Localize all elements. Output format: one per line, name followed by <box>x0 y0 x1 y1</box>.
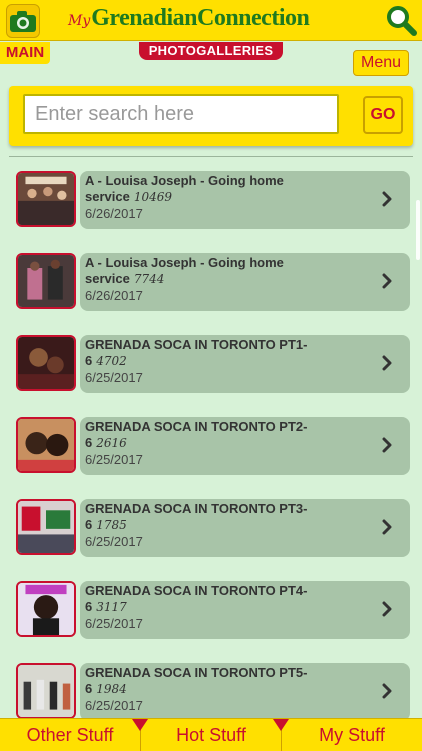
gallery-card[interactable]: GRENADA SOCA IN TORONTO PT5-6 1984 6/25/2… <box>80 663 410 720</box>
chevron-right-icon <box>382 191 392 207</box>
gallery-card[interactable]: GRENADA SOCA IN TORONTO PT2-6 2616 6/25/2… <box>80 417 410 475</box>
main-tab[interactable]: MAIN <box>0 42 50 64</box>
view-count: 3117 <box>96 600 127 614</box>
logo-prefix: My <box>68 13 91 29</box>
chevron-right-icon <box>382 519 392 535</box>
go-button[interactable]: GO <box>363 96 403 134</box>
gallery-thumbnail <box>16 499 76 555</box>
app-logo: My GrenadianConnection <box>68 5 310 35</box>
view-count: 10469 <box>133 190 173 204</box>
gallery-thumbnail <box>16 253 76 309</box>
gallery-card[interactable]: GRENADA SOCA IN TORONTO PT1-6 4702 6/25/2… <box>80 335 410 393</box>
gallery-item[interactable]: GRENADA SOCA IN TORONTO PT1-6 4702 6/25/2… <box>16 335 410 393</box>
gallery-date: 6/25/2017 <box>85 616 143 631</box>
chevron-right-icon <box>382 355 392 371</box>
gallery-date: 6/25/2017 <box>85 370 143 385</box>
gallery-item[interactable]: GRENADA SOCA IN TORONTO PT4-6 3117 6/25/2… <box>16 581 410 639</box>
chevron-right-icon <box>382 437 392 453</box>
gallery-list: A - Louisa Joseph - Going home service 10… <box>0 165 422 720</box>
gallery-date: 6/26/2017 <box>85 288 143 303</box>
gallery-item[interactable]: GRENADA SOCA IN TORONTO PT5-6 1984 6/25/2… <box>16 663 410 720</box>
gallery-title: GRENADA SOCA IN TORONTO PT2-6 2616 <box>85 419 308 450</box>
view-count: 7744 <box>133 272 165 286</box>
chevron-right-icon <box>382 683 392 699</box>
nav-hot-stuff[interactable]: Hot Stuff <box>141 719 289 751</box>
nav-other-stuff-label: Other Stuff <box>26 725 114 745</box>
nav-hot-stuff-label: Hot Stuff <box>176 725 246 745</box>
gallery-item[interactable]: A - Louisa Joseph - Going home service 10… <box>16 171 410 229</box>
view-count: 1984 <box>96 682 127 696</box>
nav-my-stuff-label: My Stuff <box>319 725 385 745</box>
magnifier-icon[interactable] <box>384 3 418 37</box>
divider <box>9 156 413 157</box>
menu-button[interactable]: Menu <box>353 50 409 76</box>
view-count: 4702 <box>96 354 127 368</box>
view-count: 2616 <box>96 436 127 450</box>
gallery-thumbnail <box>16 171 76 227</box>
page-title: PHOTOGALLERIES <box>139 42 283 60</box>
bottom-nav: Other Stuff Hot Stuff My Stuff <box>0 718 422 751</box>
gallery-item[interactable]: A - Louisa Joseph - Going home service 77… <box>16 253 410 311</box>
gallery-thumbnail <box>16 581 76 637</box>
gallery-card[interactable]: GRENADA SOCA IN TORONTO PT4-6 3117 6/25/2… <box>80 581 410 639</box>
nav-other-stuff[interactable]: Other Stuff <box>0 719 148 751</box>
gallery-date: 6/25/2017 <box>85 698 143 713</box>
gallery-date: 6/26/2017 <box>85 206 143 221</box>
gallery-thumbnail <box>16 335 76 391</box>
gallery-card[interactable]: GRENADA SOCA IN TORONTO PT3-6 1785 6/25/2… <box>80 499 410 557</box>
gallery-card[interactable]: A - Louisa Joseph - Going home service 10… <box>80 171 410 229</box>
logo-text: GrenadianConnection <box>91 5 310 31</box>
gallery-title: GRENADA SOCA IN TORONTO PT5-6 1984 <box>85 665 308 696</box>
chevron-right-icon <box>382 601 392 617</box>
gallery-title: A - Louisa Joseph - Going home service 77… <box>85 255 284 286</box>
view-count: 1785 <box>96 518 127 532</box>
gallery-thumbnail <box>16 417 76 473</box>
gallery-card[interactable]: A - Louisa Joseph - Going home service 77… <box>80 253 410 311</box>
gallery-item[interactable]: GRENADA SOCA IN TORONTO PT3-6 1785 6/25/2… <box>16 499 410 557</box>
gallery-title: GRENADA SOCA IN TORONTO PT3-6 1785 <box>85 501 308 532</box>
gallery-title: A - Louisa Joseph - Going home service 10… <box>85 173 284 204</box>
chevron-right-icon <box>382 273 392 289</box>
gallery-thumbnail <box>16 663 76 719</box>
gallery-title: GRENADA SOCA IN TORONTO PT1-6 4702 <box>85 337 308 368</box>
scrollbar[interactable] <box>416 200 420 260</box>
camera-icon[interactable] <box>6 4 40 38</box>
gallery-title: GRENADA SOCA IN TORONTO PT4-6 3117 <box>85 583 308 614</box>
gallery-item[interactable]: GRENADA SOCA IN TORONTO PT2-6 2616 6/25/2… <box>16 417 410 475</box>
gallery-date: 6/25/2017 <box>85 452 143 467</box>
search-input[interactable] <box>23 94 339 134</box>
gallery-date: 6/25/2017 <box>85 534 143 549</box>
nav-my-stuff[interactable]: My Stuff <box>282 719 422 751</box>
search-bar: GO <box>9 86 413 146</box>
top-bar: My GrenadianConnection <box>0 0 422 41</box>
